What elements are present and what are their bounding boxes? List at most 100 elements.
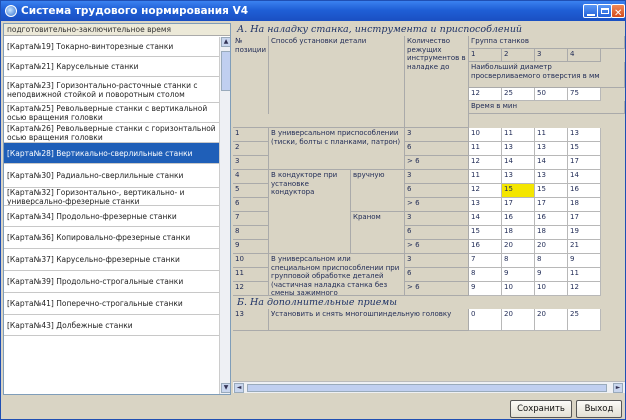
maximize-button[interactable] (597, 4, 612, 18)
time-value-cell: 18 (568, 198, 601, 212)
minimize-button[interactable] (583, 4, 598, 18)
card-list-item[interactable]: [Карта№19] Токарно-винторезные станки (4, 37, 219, 57)
time-value-cell: 13 (469, 198, 502, 212)
time-value-cell: 8 (469, 268, 502, 282)
time-value-cell: 9 (568, 254, 601, 268)
row-position: 8 (233, 226, 269, 240)
card-list-item[interactable]: [Карта№23] Горизонтально-расточные станк… (4, 77, 219, 103)
header-time: Время в мин (469, 101, 625, 114)
minimize-icon (587, 8, 595, 16)
card-list-header: подготовительно-заключительное время (4, 24, 230, 36)
section-a-heading: А. На наладку станка, инструмента и прис… (233, 23, 625, 36)
row-tool-count: 3 (405, 170, 469, 184)
row-tool-count: 6 (405, 226, 469, 240)
method-multispindle: Установить и снять многошпиндельную голо… (269, 309, 469, 331)
row-position: 3 (233, 156, 269, 170)
card-list: подготовительно-заключительное время [Ка… (3, 23, 231, 395)
time-value-cell: 11 (568, 268, 601, 282)
time-value-cell: 17 (568, 212, 601, 226)
time-value-cell: 11 (535, 128, 568, 142)
section-b-heading: Б. На дополнительные приемы (233, 296, 625, 309)
time-value-cell: 13 (535, 142, 568, 156)
window-title: Система трудового нормирования V4 (21, 5, 248, 17)
method-crane: Краном (351, 212, 405, 254)
card-list-item[interactable]: [Карта№30] Радиально-сверлильные станки (4, 164, 219, 188)
scrollbar-thumb[interactable] (221, 51, 230, 91)
header-diameter: Наибольший диаметр просверливаемого отве… (469, 62, 625, 88)
time-value-cell: 11 (469, 142, 502, 156)
exit-button[interactable]: Выход (576, 400, 622, 418)
card-list-item[interactable]: [Карта№25] Револьверные станки с вертика… (4, 103, 219, 123)
row-position: 12 (233, 282, 269, 296)
time-value-cell: 13 (502, 142, 535, 156)
time-value-cell: 9 (535, 268, 568, 282)
time-value-cell: 10 (535, 282, 568, 296)
time-value-cell: 15 (568, 142, 601, 156)
time-value-cell: 7 (469, 254, 502, 268)
footer-bar: Сохранить Выход (1, 397, 625, 419)
row-tool-count: > 6 (405, 240, 469, 254)
norm-table-panel: А. На наладку станка, инструмента и прис… (233, 23, 625, 395)
maximize-icon (601, 8, 609, 14)
time-value-cell: 9 (502, 268, 535, 282)
card-list-item[interactable]: [Карта№26] Револьверные станки с горизон… (4, 123, 219, 143)
time-value-cell: 10 (502, 282, 535, 296)
time-value-cell: 16 (535, 212, 568, 226)
card-list-item[interactable]: [Карта№34] Продольно-фрезерные станки (4, 206, 219, 227)
norm-table: А. На наладку станка, инструмента и прис… (233, 23, 625, 381)
time-value-cell: 20 (502, 240, 535, 254)
card-list-item[interactable]: [Карта№43] Долбежные станки (4, 315, 219, 336)
time-value-cell: 15 (469, 226, 502, 240)
time-value-cell: 17 (502, 198, 535, 212)
time-value-cell: 11 (502, 128, 535, 142)
row-tool-count: 3 (405, 128, 469, 142)
time-value-cell: 17 (535, 198, 568, 212)
scroll-down-icon[interactable]: ▼ (221, 383, 230, 393)
time-value-cell: 13 (568, 128, 601, 142)
close-button[interactable]: ✕ (611, 4, 625, 19)
card-list-item[interactable]: [Карта№39] Продольно-строгальные станки (4, 271, 219, 293)
time-value-cell: 16 (502, 212, 535, 226)
time-value-cell: 19 (568, 226, 601, 240)
row-position: 6 (233, 198, 269, 212)
row-tool-count: 3 (405, 254, 469, 268)
card-list-scrollbar[interactable]: ▲ ▼ (219, 37, 230, 394)
close-icon: ✕ (614, 8, 623, 19)
h-scrollbar-thumb[interactable] (247, 384, 607, 392)
card-list-item[interactable]: [Карта№28] Вертикально-сверлильные станк… (4, 143, 219, 164)
header-group-number: 2 (502, 49, 535, 62)
card-list-item[interactable]: [Карта№37] Карусельно-фрезерные станки (4, 249, 219, 271)
card-list-item[interactable]: [Карта№21] Карусельные станки (4, 57, 219, 77)
app-window: Система трудового нормирования V4 ✕ подг… (0, 0, 626, 420)
row-tool-count: 3 (405, 212, 469, 226)
app-icon (5, 5, 17, 17)
save-button[interactable]: Сохранить (510, 400, 572, 418)
row-tool-count: > 6 (405, 156, 469, 170)
row-position: 5 (233, 184, 269, 198)
table-h-scrollbar[interactable]: ◄ ► (233, 381, 625, 393)
method-conductor: В кондукторе при установке кондуктора (269, 170, 351, 254)
scroll-right-icon[interactable]: ► (613, 383, 623, 393)
scroll-left-icon[interactable]: ◄ (234, 383, 244, 393)
time-value-cell: 20 (502, 309, 535, 331)
title-bar[interactable]: Система трудового нормирования V4 ✕ (1, 1, 625, 21)
header-group-number: 1 (469, 49, 502, 62)
time-value-cell: 12 (469, 184, 502, 198)
time-value-cell: 10 (469, 128, 502, 142)
time-value-cell: 12 (469, 156, 502, 170)
time-value-cell: 14 (535, 156, 568, 170)
scroll-up-icon[interactable]: ▲ (221, 37, 230, 47)
header-machine-group: Группа станков (469, 36, 625, 49)
time-value-cell: 13 (535, 170, 568, 184)
header-spacer (405, 114, 469, 128)
time-value-cell: 20 (535, 309, 568, 331)
card-list-item[interactable]: [Карта№36] Копировально-фрезерные станки (4, 227, 219, 249)
diameter-value: 12 (469, 88, 502, 101)
time-value-cell: 14 (568, 170, 601, 184)
card-list-item[interactable]: [Карта№41] Поперечно-строгальные станки (4, 293, 219, 315)
card-list-item[interactable]: [Карта№32] Горизонтально-, вертикально- … (4, 188, 219, 206)
time-value-cell: 16 (469, 240, 502, 254)
diameter-value: 50 (535, 88, 568, 101)
row-position: 1 (233, 128, 269, 142)
method-universal: В универсальном приспособлении (тиски, б… (269, 128, 405, 170)
